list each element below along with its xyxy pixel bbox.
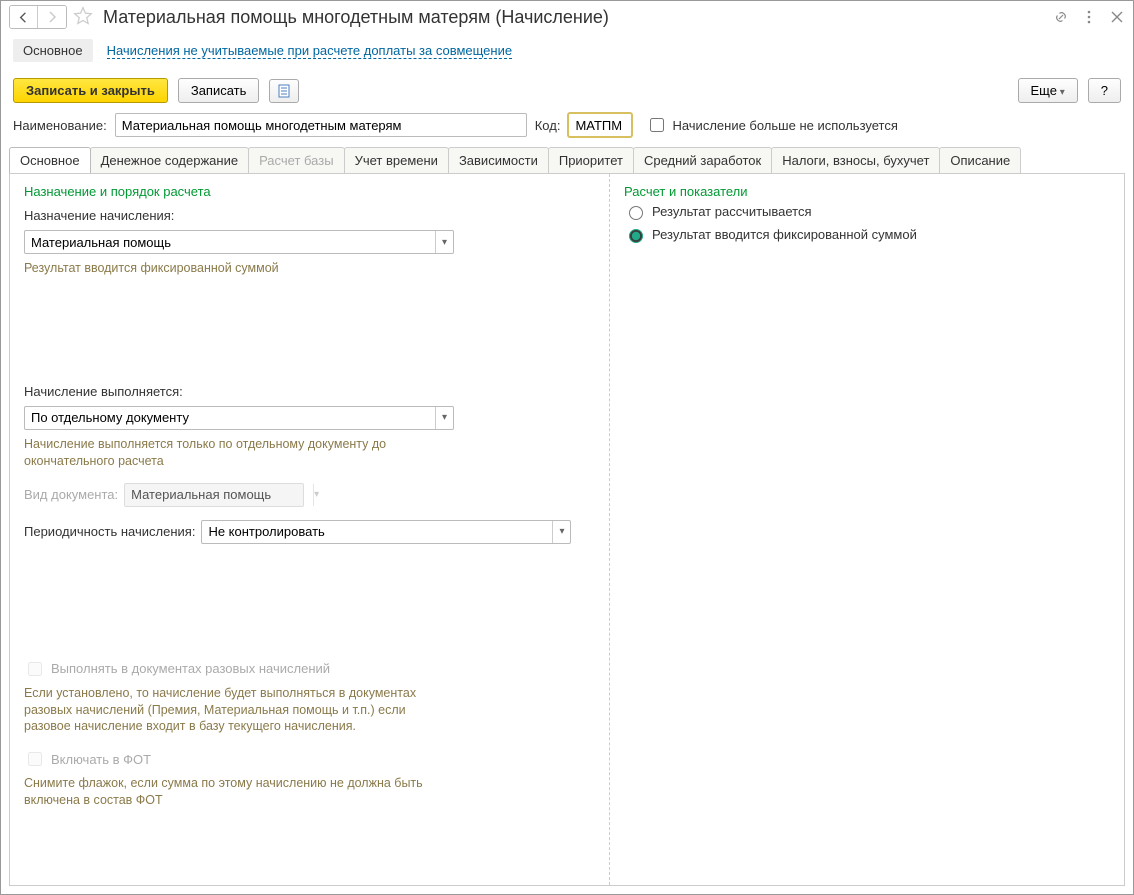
nav-forward-button[interactable]: [38, 6, 66, 28]
tab-desc[interactable]: Описание: [939, 147, 1021, 173]
tabs: Основное Денежное содержание Расчет базы…: [1, 147, 1133, 173]
tab-main[interactable]: Основное: [9, 147, 91, 173]
nav-arrows: [9, 5, 67, 29]
header-fields: Наименование: Код: Начисление больше не …: [1, 109, 1133, 147]
tab-money[interactable]: Денежное содержание: [90, 147, 249, 173]
purpose-combo-input[interactable]: [25, 231, 435, 253]
section-nav-main[interactable]: Основное: [13, 39, 93, 62]
tab-taxes[interactable]: Налоги, взносы, бухучет: [771, 147, 940, 173]
purpose-label: Назначение начисления:: [24, 208, 174, 223]
radio-calculated-label: Результат рассчитывается: [652, 204, 812, 219]
list-report-button[interactable]: [269, 79, 299, 103]
fot-hint: Снимите флажок, если сумма по этому начи…: [24, 775, 444, 809]
chevron-down-icon: ▾: [313, 484, 319, 506]
period-combo[interactable]: ▾: [201, 520, 571, 544]
chevron-down-icon[interactable]: ▾: [552, 521, 570, 543]
perform-combo-input[interactable]: [25, 407, 435, 429]
favorite-star-icon[interactable]: [73, 6, 93, 29]
right-column: Расчет и показатели Результат рассчитыва…: [610, 174, 1124, 885]
more-button[interactable]: Еще: [1018, 78, 1078, 103]
doc-combo-input: [125, 484, 313, 506]
section-purpose-title: Назначение и порядок расчета: [24, 184, 595, 199]
fot-label: Включать в ФОТ: [51, 752, 151, 767]
save-and-close-button[interactable]: Записать и закрыть: [13, 78, 168, 103]
section-calc-title: Расчет и показатели: [624, 184, 1110, 199]
onceoff-hint: Если установлено, то начисление будет вы…: [24, 685, 444, 736]
perform-hint: Начисление выполняется только по отдельн…: [24, 436, 444, 470]
unused-checkbox[interactable]: [650, 118, 664, 132]
left-column: Назначение и порядок расчета Назначение …: [10, 174, 610, 885]
radio-calculated[interactable]: [629, 206, 643, 220]
period-combo-input[interactable]: [202, 521, 552, 543]
name-input[interactable]: [115, 113, 527, 137]
titlebar: Материальная помощь многодетным матерям …: [1, 1, 1133, 33]
title-right-controls: [1053, 9, 1125, 25]
chevron-down-icon[interactable]: ▾: [435, 231, 453, 253]
section-nav: Основное Начисления не учитываемые при р…: [1, 33, 1133, 72]
onceoff-checkbox: [28, 662, 42, 676]
toolbar: Записать и закрыть Записать Еще ?: [1, 72, 1133, 109]
tab-avg[interactable]: Средний заработок: [633, 147, 772, 173]
unused-label: Начисление больше не используется: [672, 118, 897, 133]
tab-base[interactable]: Расчет базы: [248, 147, 345, 173]
perform-label: Начисление выполняется:: [24, 384, 183, 399]
link-icon[interactable]: [1053, 9, 1069, 25]
window: Материальная помощь многодетным матерям …: [0, 0, 1134, 895]
radio-fixed[interactable]: [629, 229, 643, 243]
section-nav-link-excluded[interactable]: Начисления не учитываемые при расчете до…: [107, 43, 513, 59]
doc-combo: ▾: [124, 483, 304, 507]
nav-back-button[interactable]: [10, 6, 38, 28]
page-title: Материальная помощь многодетным матерям …: [103, 7, 1047, 28]
tab-deps[interactable]: Зависимости: [448, 147, 549, 173]
save-button[interactable]: Записать: [178, 78, 260, 103]
close-icon[interactable]: [1109, 9, 1125, 25]
onceoff-label: Выполнять в документах разовых начислени…: [51, 661, 330, 676]
help-button[interactable]: ?: [1088, 78, 1121, 103]
tab-time[interactable]: Учет времени: [344, 147, 449, 173]
tab-content: Назначение и порядок расчета Назначение …: [9, 173, 1125, 886]
radio-fixed-label: Результат вводится фиксированной суммой: [652, 227, 917, 242]
doc-label: Вид документа:: [24, 487, 118, 502]
purpose-combo[interactable]: ▾: [24, 230, 454, 254]
name-label: Наименование:: [13, 118, 107, 133]
tab-priority[interactable]: Приоритет: [548, 147, 634, 173]
code-label: Код:: [535, 118, 561, 133]
code-input[interactable]: [568, 113, 632, 137]
purpose-hint: Результат вводится фиксированной суммой: [24, 260, 595, 277]
fot-checkbox: [28, 752, 42, 766]
kebab-menu-icon[interactable]: [1081, 9, 1097, 25]
period-label: Периодичность начисления:: [24, 524, 195, 539]
chevron-down-icon[interactable]: ▾: [435, 407, 453, 429]
perform-combo[interactable]: ▾: [24, 406, 454, 430]
